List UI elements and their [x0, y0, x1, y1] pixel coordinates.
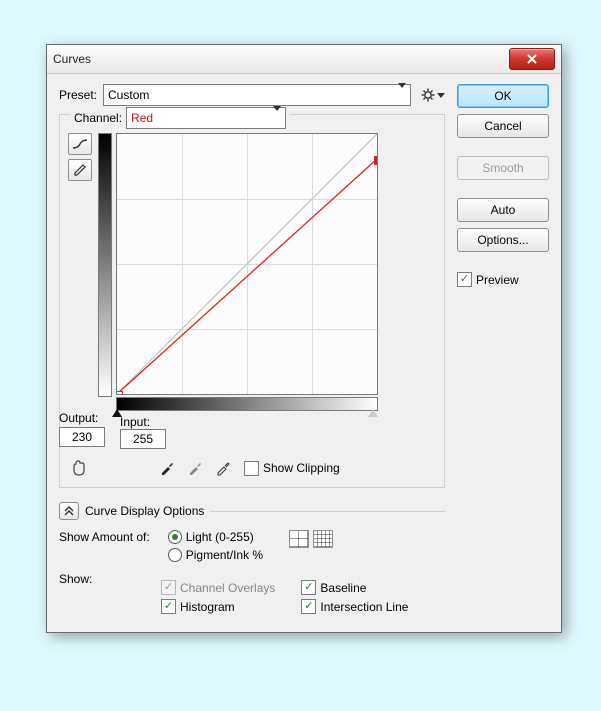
curve-display-label: Curve Display Options	[85, 504, 204, 518]
show-amount-label: Show Amount of:	[59, 530, 150, 544]
pencil-icon	[73, 163, 87, 177]
curve-area: Output: 230	[68, 133, 436, 449]
preset-value: Custom	[108, 88, 149, 102]
auto-button[interactable]: Auto	[457, 198, 549, 222]
curve-graph[interactable]	[116, 133, 378, 395]
show-clipping-check[interactable]: Show Clipping	[244, 461, 340, 476]
channel-combo[interactable]: Red	[126, 107, 286, 129]
preset-row: Preset: Custom	[59, 84, 445, 106]
chevron-down-icon	[398, 88, 406, 102]
cancel-button[interactable]: Cancel	[457, 114, 549, 138]
checkbox-icon	[161, 599, 176, 614]
channel-fieldset: Channel: Red	[59, 114, 445, 488]
preset-menu-button[interactable]	[421, 88, 445, 102]
radio-pigment-label: Pigment/Ink %	[186, 548, 263, 562]
targeted-adjust-button[interactable]	[68, 457, 92, 479]
curve-display-header: Curve Display Options	[59, 502, 445, 520]
channel-legend: Channel: Red	[70, 107, 290, 129]
preset-label: Preset:	[59, 88, 97, 102]
gray-eyedropper[interactable]	[184, 458, 206, 478]
preview-label: Preview	[476, 273, 519, 287]
checkbox-icon	[301, 580, 316, 595]
eyedropper-icon	[159, 460, 175, 476]
curve-point-icon	[72, 138, 88, 150]
input-group: Input: 255	[120, 415, 166, 449]
right-panel: OK Cancel Smooth Auto Options... Preview	[457, 84, 549, 618]
show-amount-row: Show Amount of: Light (0-255) Pigment/In…	[59, 530, 445, 562]
titlebar[interactable]: Curves	[47, 45, 561, 74]
eyedropper-icon	[187, 460, 203, 476]
graph-with-vgradient: Input: 255	[98, 133, 378, 449]
curve-line	[117, 134, 377, 394]
checkbox-icon	[244, 461, 259, 476]
curves-dialog: Curves Preset: Custom Channel:	[46, 44, 562, 633]
radio-icon	[168, 530, 182, 544]
channel-label: Channel:	[74, 111, 122, 125]
show-checks-row: Show: Channel Overlays Baseline Histo	[59, 572, 445, 614]
curve-tools: Output: 230	[68, 133, 92, 449]
preset-combo[interactable]: Custom	[103, 84, 411, 106]
divider	[210, 511, 445, 512]
curve-handle-end[interactable]	[374, 156, 378, 165]
options-button[interactable]: Options...	[457, 228, 549, 252]
white-eyedropper[interactable]	[212, 458, 234, 478]
checkbox-icon	[161, 580, 176, 595]
input-field[interactable]: 255	[120, 429, 166, 449]
collapse-toggle[interactable]	[59, 502, 79, 520]
check-channel-overlays: Channel Overlays	[161, 580, 275, 595]
checkbox-icon	[457, 272, 472, 287]
radio-light-label: Light (0-255)	[186, 530, 254, 544]
check-histogram[interactable]: Histogram	[161, 599, 275, 614]
radio-light[interactable]: Light (0-255)	[168, 530, 263, 544]
checkbox-icon	[301, 599, 316, 614]
check-intersection[interactable]: Intersection Line	[301, 599, 408, 614]
curve-tool-point[interactable]	[68, 133, 92, 155]
channel-value: Red	[131, 111, 153, 125]
chevron-down-icon	[273, 111, 281, 125]
radio-pigment[interactable]: Pigment/Ink %	[168, 548, 263, 562]
window-title: Curves	[53, 52, 91, 66]
white-point-slider[interactable]	[368, 409, 378, 417]
black-eyedropper[interactable]	[156, 458, 178, 478]
show-clipping-label: Show Clipping	[263, 461, 340, 475]
preview-check[interactable]: Preview	[457, 272, 549, 287]
output-gradient	[98, 133, 112, 397]
curve-tool-pencil[interactable]	[68, 159, 92, 181]
smooth-button: Smooth	[457, 156, 549, 180]
ok-button[interactable]: OK	[457, 84, 549, 108]
black-point-slider[interactable]	[112, 409, 122, 417]
show-label: Show:	[59, 572, 99, 586]
grid-size-buttons	[289, 530, 333, 548]
hand-icon	[70, 459, 90, 477]
graph-footer-row: Show Clipping	[68, 457, 436, 479]
close-icon	[526, 54, 538, 64]
left-panel: Preset: Custom Channel: Red	[59, 84, 445, 618]
check-histogram-label: Histogram	[180, 600, 235, 614]
radio-icon	[168, 548, 182, 562]
window-close-button[interactable]	[509, 48, 555, 70]
check-baseline[interactable]: Baseline	[301, 580, 408, 595]
chevron-down-icon	[437, 93, 445, 98]
input-label: Input:	[120, 415, 166, 429]
grid-coarse-button[interactable]	[289, 530, 309, 548]
dialog-content: Preset: Custom Channel: Red	[47, 74, 561, 632]
input-gradient	[116, 397, 378, 411]
check-intersection-label: Intersection Line	[320, 600, 408, 614]
gear-icon	[421, 88, 435, 102]
grid-fine-button[interactable]	[313, 530, 333, 548]
check-baseline-label: Baseline	[320, 581, 366, 595]
eyedropper-icon	[215, 460, 231, 476]
check-channel-overlays-label: Channel Overlays	[180, 581, 275, 595]
eyedroppers	[156, 458, 234, 478]
chevron-up-double-icon	[64, 506, 74, 516]
output-label: Output:	[59, 411, 98, 425]
